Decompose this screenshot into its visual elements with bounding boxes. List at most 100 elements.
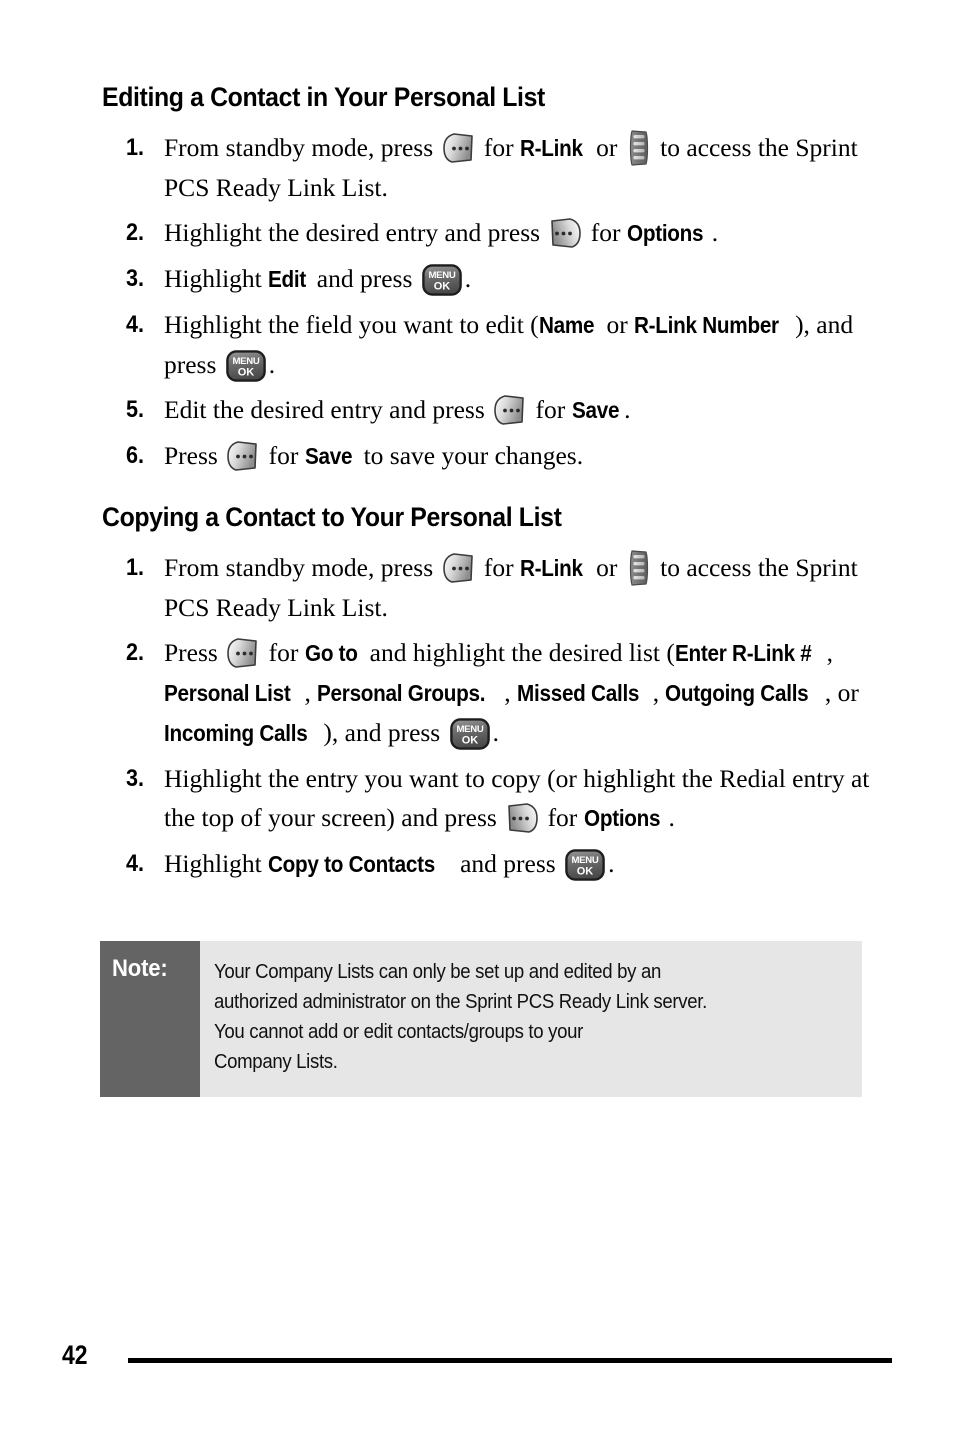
step-item: 6. Press for Save to save your changes. — [126, 436, 886, 476]
ui-term: Outgoing Calls — [665, 680, 809, 706]
step-text-run: , or — [824, 678, 859, 707]
step-text: Highlight the entry you want to copy (or… — [164, 759, 886, 838]
ui-term: Enter R-Link # — [674, 640, 812, 666]
ui-term: Save — [304, 443, 353, 469]
svg-text:OK: OK — [238, 366, 255, 378]
ui-term: Go to — [304, 640, 358, 666]
ui-term: R-Link — [520, 555, 583, 581]
step-text: Press for Go to and highlight the desire… — [164, 633, 886, 753]
side-key-icon — [627, 550, 651, 586]
step-text-run: . — [624, 395, 631, 424]
step-text-run: . — [492, 718, 499, 747]
ui-term: Options — [626, 220, 704, 246]
step-text-run: . — [268, 350, 276, 379]
softkey-left-icon — [442, 133, 475, 163]
step-text: From standby mode, press for R-Link or t… — [164, 548, 886, 627]
step-text-run: Highlight — [164, 849, 269, 878]
step-text: Edit the desired entry and press for Sav… — [164, 390, 886, 430]
note-callout-box: Note: Your Company Lists can only be set… — [100, 941, 862, 1097]
step-text-run: and press — [453, 849, 563, 878]
ui-term: R-Link Number — [634, 312, 779, 338]
step-number: 2. — [126, 639, 145, 666]
step-text-run: From standby mode, press — [164, 553, 440, 582]
section-heading-copying-contact: Copying a Contact to Your Personal List — [102, 502, 562, 532]
step-text: Highlight Edit and press MENU OK. — [164, 259, 886, 299]
step-text-run: and highlight the desired list ( — [363, 638, 675, 667]
step-number: 4. — [126, 850, 145, 877]
note-text-line: Your Company Lists can only be set up an… — [214, 961, 662, 983]
step-text-run: . — [711, 218, 719, 247]
step-text-run: Press — [164, 638, 225, 667]
step-text-run: for — [477, 553, 521, 582]
step-text-run: for — [584, 218, 627, 247]
step-text-run: ), and press — [323, 718, 447, 747]
step-text-run: Highlight the desired entry and press — [164, 218, 547, 247]
step-item: 3. Highlight the entry you want to copy (… — [126, 759, 886, 838]
step-text-run: . — [608, 849, 615, 878]
step-text-run: , — [504, 678, 517, 707]
step-text-run: or — [589, 553, 624, 582]
step-number: 5. — [126, 396, 145, 423]
ui-term: Personal Groups. — [317, 680, 486, 706]
step-item: 2. Highlight the desired entry and press … — [126, 213, 886, 253]
ui-term: Copy to Contacts — [268, 851, 436, 877]
manual-page: Editing a Contact in Your Personal List … — [0, 0, 954, 1431]
step-text: From standby mode, press for R-Link or t… — [164, 128, 886, 207]
menu-ok-key-icon: MENU OK — [565, 849, 605, 881]
step-text-run: or — [589, 133, 624, 162]
step-number: 1. — [126, 554, 145, 581]
step-text-run: . — [464, 264, 472, 293]
step-text: Press for Save to save your changes. — [164, 436, 886, 476]
step-number: 2. — [126, 219, 145, 246]
note-text-line: authorized administrator on the Sprint P… — [214, 991, 707, 1013]
page-footer: 42 — [62, 1340, 892, 1371]
menu-ok-key-icon: MENU OK — [421, 264, 462, 296]
step-item: 1. From standby mode, press for R-Link or… — [126, 548, 886, 627]
softkey-left-icon — [442, 553, 475, 583]
step-text: Highlight the field you want to edit (Na… — [164, 305, 886, 384]
step-item: 2. Press for Go to and highlight the desi… — [126, 633, 886, 753]
softkey-right-icon — [506, 803, 538, 833]
step-text-run: for — [529, 395, 572, 424]
step-text-run: for — [262, 638, 305, 667]
step-number: 3. — [126, 265, 145, 292]
step-item: 1. From standby mode, press for R-Link or… — [126, 128, 886, 207]
step-number: 3. — [126, 765, 145, 792]
step-number: 6. — [126, 442, 145, 469]
step-text: Highlight Copy to Contacts and press MEN… — [164, 844, 886, 884]
ui-term: Edit — [268, 266, 307, 292]
step-item: 4. Highlight Copy to Contacts and press M… — [126, 844, 886, 884]
side-key-icon — [627, 130, 651, 166]
step-text: Highlight the desired entry and press fo… — [164, 213, 886, 253]
step-text-run: to save your changes. — [357, 441, 584, 470]
step-number: 4. — [126, 311, 145, 338]
step-text-run: Edit the desired entry and press — [164, 395, 492, 424]
step-item: 5. Edit the desired entry and press for S… — [126, 390, 886, 430]
step-text-run: for — [262, 441, 305, 470]
note-label: Note: — [112, 955, 168, 982]
step-item: 3. Highlight Edit and press MENU OK. — [126, 259, 886, 299]
softkey-left-icon — [227, 441, 259, 471]
ui-term: Incoming Calls — [164, 720, 308, 746]
ui-term: Options — [583, 805, 661, 831]
page-number: 42 — [62, 1340, 88, 1370]
svg-text:OK: OK — [461, 734, 478, 746]
step-text-run: , — [826, 638, 833, 667]
step-text-run: Press — [164, 441, 225, 470]
step-list-copying-contact: 1. From standby mode, press for R-Link or… — [126, 548, 886, 890]
step-number: 1. — [126, 134, 145, 161]
menu-ok-key-icon: MENU OK — [225, 350, 266, 382]
note-label-column: Note: — [100, 941, 200, 1097]
ui-term: Missed Calls — [516, 680, 640, 706]
step-text-run: for — [541, 803, 584, 832]
ui-term: Personal List — [164, 680, 291, 706]
softkey-left-icon — [494, 395, 526, 425]
step-text-run: From standby mode, press — [164, 133, 440, 162]
menu-ok-key-icon: MENU OK — [449, 718, 490, 750]
svg-text:OK: OK — [577, 865, 594, 877]
section-heading-editing-contact: Editing a Contact in Your Personal List — [102, 82, 545, 112]
note-text-line: Company Lists. — [214, 1051, 338, 1073]
footer-rule — [128, 1358, 892, 1363]
note-text-line: You cannot add or edit contacts/groups t… — [214, 1021, 584, 1043]
step-list-editing-contact: 1. From standby mode, press for R-Link or… — [126, 128, 886, 482]
